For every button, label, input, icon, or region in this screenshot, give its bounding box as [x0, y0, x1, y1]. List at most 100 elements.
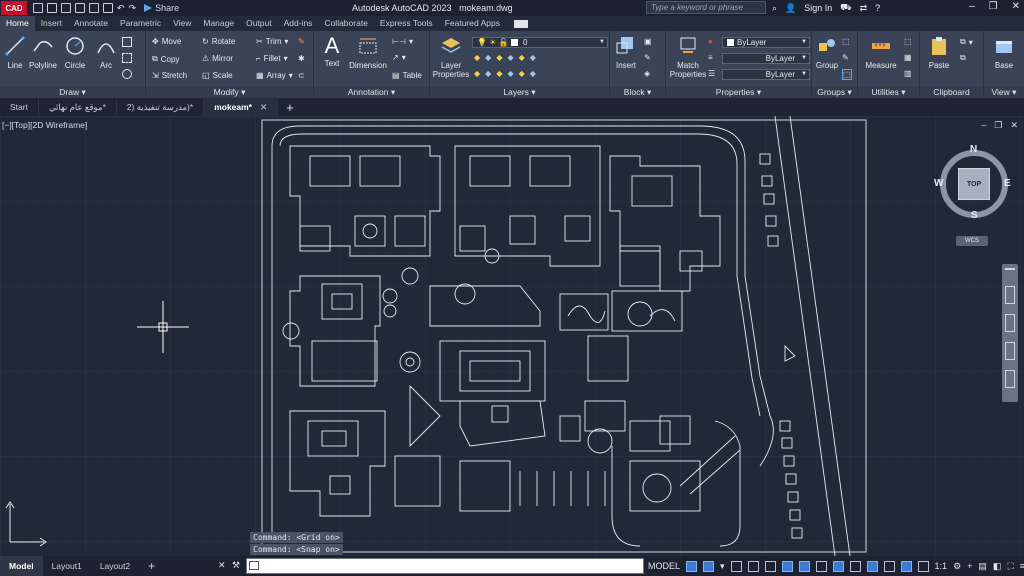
layer-thaw-icon[interactable]: ◆: [496, 69, 502, 78]
start-tab[interactable]: Start: [0, 98, 39, 116]
tab-annotate[interactable]: Annotate: [68, 16, 114, 31]
help-icon[interactable]: ?: [875, 3, 880, 13]
viewcube-top-face[interactable]: TOP: [958, 168, 990, 200]
grid-icon[interactable]: [686, 560, 698, 572]
annotation-scale-icon[interactable]: [917, 560, 929, 572]
rectangle-button[interactable]: [122, 37, 132, 47]
groups-panel-title[interactable]: Groups ▾: [812, 86, 857, 98]
layer-freeze-icon[interactable]: ◆: [496, 53, 502, 62]
command-input[interactable]: [263, 559, 643, 573]
polyline-button[interactable]: Polyline: [28, 35, 58, 70]
arc-button[interactable]: Arc: [94, 35, 118, 70]
transparency-icon[interactable]: [866, 560, 878, 572]
create-block-button[interactable]: ▣: [644, 37, 652, 46]
layer-walk-icon[interactable]: ◆: [530, 69, 536, 78]
nav-grip-icon[interactable]: [1005, 268, 1015, 276]
layer-unlock-icon[interactable]: ◆: [507, 69, 513, 78]
rotate-button[interactable]: ↻ Rotate: [202, 37, 235, 46]
close-command-icon[interactable]: ✕: [218, 560, 226, 571]
scale-button[interactable]: ◱ Scale: [202, 71, 233, 80]
block-panel-title[interactable]: Block ▾: [610, 86, 665, 98]
layer-unisolate-icon[interactable]: ◆: [485, 69, 491, 78]
customize-icon[interactable]: ⚒: [232, 560, 240, 571]
fillet-button[interactable]: ⌐ Fillet ▾: [256, 54, 288, 63]
linetype-dropdown[interactable]: ByLayer ▼: [722, 69, 810, 80]
tab-output[interactable]: Output: [240, 16, 278, 31]
restore-icon[interactable]: ❐: [989, 1, 998, 12]
boundary-button[interactable]: [122, 69, 132, 79]
file-tab-active[interactable]: mokeam* ✕: [204, 98, 279, 116]
object-snap-tracking-icon[interactable]: [815, 560, 827, 572]
add-icon[interactable]: +: [967, 561, 972, 571]
dynamic-input-icon[interactable]: [747, 560, 759, 572]
viewport-restore-icon[interactable]: ❐: [994, 120, 1002, 131]
tab-express-tools[interactable]: Express Tools: [374, 16, 439, 31]
trim-button[interactable]: ✂ Trim ▾: [256, 37, 288, 46]
line-button[interactable]: Line: [3, 35, 27, 70]
viewport-minimize-icon[interactable]: –: [981, 120, 986, 131]
copy-button[interactable]: ⧉ Copy: [152, 54, 179, 64]
ortho-icon[interactable]: [764, 560, 776, 572]
view-panel-title[interactable]: View ▾: [984, 86, 1024, 98]
fullscreen-icon[interactable]: ⛶: [1007, 561, 1013, 572]
polar-icon[interactable]: [781, 560, 793, 572]
group-edit-button[interactable]: ✎: [842, 53, 849, 62]
circle-button[interactable]: Circle: [62, 35, 88, 70]
minimize-icon[interactable]: –: [969, 1, 975, 12]
settings-gear-icon[interactable]: ⚙: [953, 561, 961, 572]
pan-icon[interactable]: [1005, 314, 1015, 332]
layout-tab-model[interactable]: Model: [0, 556, 43, 576]
table-button[interactable]: ▤ Table: [392, 71, 422, 80]
hatch-button[interactable]: [122, 53, 132, 63]
properties-panel-title[interactable]: Properties ▾: [666, 86, 811, 98]
plot-icon[interactable]: [103, 3, 113, 13]
isodraft-icon[interactable]: [798, 560, 810, 572]
sign-in-button[interactable]: Sign In: [804, 3, 832, 13]
attribute-button[interactable]: ◈: [644, 69, 650, 78]
leader-button[interactable]: ↗ ▾: [392, 53, 406, 62]
search-input[interactable]: Type a keyword or phrase: [646, 1, 766, 14]
cut-button[interactable]: ⧉ ▾: [960, 37, 973, 47]
tab-home[interactable]: Home: [0, 16, 35, 31]
compass-east-label[interactable]: E: [1004, 178, 1011, 189]
customization-menu-icon[interactable]: ≡: [1020, 561, 1024, 571]
id-point-button[interactable]: ▥: [904, 69, 912, 78]
layer-dropdown[interactable]: 💡 ☀ 🔓 0 ▼: [472, 37, 608, 48]
clipboard-panel-title[interactable]: Clipboard: [920, 86, 983, 98]
move-button[interactable]: ✥ Move: [152, 37, 181, 46]
layer-previous-icon[interactable]: ◆: [530, 53, 536, 62]
array-button[interactable]: ▦ Array ▾: [256, 71, 293, 80]
close-tab-icon[interactable]: ✕: [260, 102, 267, 112]
layer-off-icon[interactable]: ◆: [474, 53, 480, 62]
tab-insert[interactable]: Insert: [35, 16, 68, 31]
redo-icon[interactable]: ↷: [129, 3, 137, 14]
offset-button[interactable]: ⊂: [298, 71, 305, 80]
chevron-down-icon[interactable]: ▾: [720, 561, 725, 572]
wcs-menu[interactable]: WCS: [956, 236, 988, 246]
utilities-panel-title[interactable]: Utilities ▾: [858, 86, 919, 98]
infer-constraints-icon[interactable]: [730, 560, 742, 572]
explode-button[interactable]: ✱: [298, 54, 305, 63]
app-logo[interactable]: CAD: [1, 1, 27, 15]
save-as-icon[interactable]: [75, 3, 85, 13]
new-file-icon[interactable]: [33, 3, 43, 13]
file-tab-2[interactable]: 2) مدرسة تنفيذية)*: [117, 98, 205, 116]
add-layout-button[interactable]: +: [139, 556, 164, 576]
match-properties-button[interactable]: Match Properties: [668, 35, 708, 79]
drawing-canvas[interactable]: [0, 116, 1024, 556]
lineweight-dropdown[interactable]: ByLayer ▼: [722, 53, 810, 64]
layout-tab-layout1[interactable]: Layout1: [43, 556, 91, 576]
tab-featured-apps[interactable]: Featured Apps: [439, 16, 506, 31]
layers-panel-title[interactable]: Layers ▾: [430, 86, 609, 98]
annotation-scale-value[interactable]: 1:1: [935, 561, 948, 571]
close-icon[interactable]: ✕: [1012, 1, 1020, 12]
web-mobile-icon[interactable]: [89, 3, 99, 13]
ribbon-toggle-button[interactable]: [513, 20, 528, 28]
search-icon[interactable]: ⌕: [772, 3, 777, 14]
layer-change-icon[interactable]: ◆: [519, 69, 525, 78]
viewport-controls-label[interactable]: [−][Top][2D Wireframe]: [2, 120, 87, 130]
steering-wheel-icon[interactable]: [1005, 286, 1015, 304]
dimension-button[interactable]: Dimension: [348, 35, 388, 70]
measure-button[interactable]: Measure: [864, 35, 898, 70]
layer-isolate-icon[interactable]: ◆: [485, 53, 491, 62]
